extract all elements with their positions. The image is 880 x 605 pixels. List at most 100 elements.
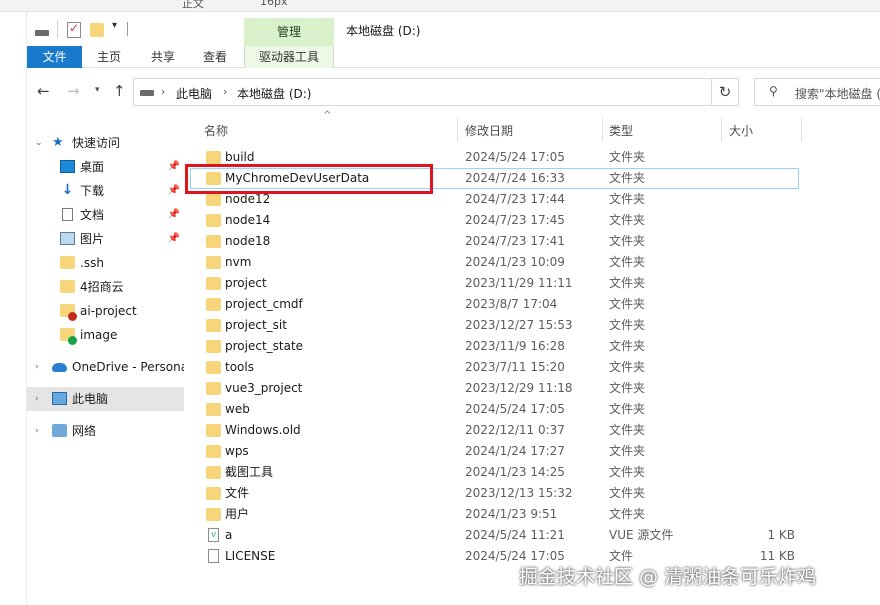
forward-arrow-icon[interactable]: → <box>67 82 80 100</box>
breadcrumb-this-pc[interactable]: 此电脑 <box>176 85 212 102</box>
chevron-right-icon[interactable]: › <box>161 85 165 98</box>
chevron-right-icon[interactable]: › <box>35 355 39 379</box>
file-date: 2024/7/23 17:44 <box>465 192 565 206</box>
column-header-size[interactable]: 大小 <box>729 118 753 144</box>
file-name: node14 <box>225 213 271 227</box>
file-name: project <box>225 276 267 290</box>
file-name: 用户 <box>225 507 250 521</box>
table-row[interactable]: node14 2024/7/23 17:45 文件夹 <box>184 210 880 231</box>
folder-icon <box>206 361 221 374</box>
file-name: project_state <box>225 339 304 353</box>
file-type: 文件夹 <box>609 276 646 290</box>
sidebar-item-onedrive[interactable]: › OneDrive - Persona <box>27 355 184 379</box>
table-row[interactable]: a 2024/5/24 11:21 VUE 源文件 1 KB <box>184 525 880 546</box>
table-row[interactable]: 用户 2024/1/23 9:51 文件夹 <box>184 504 880 525</box>
up-arrow-icon[interactable]: ↑ <box>113 82 126 100</box>
table-row[interactable]: node18 2024/7/23 17:41 文件夹 <box>184 231 880 252</box>
table-row[interactable]: nvm 2024/1/23 10:09 文件夹 <box>184 252 880 273</box>
chevron-right-icon[interactable]: › <box>35 387 39 411</box>
folder-icon <box>206 403 221 416</box>
file-name: project_cmdf <box>225 297 303 311</box>
table-row[interactable]: project_cmdf 2023/8/7 17:04 文件夹 <box>184 294 880 315</box>
search-input[interactable]: ⚲ 搜索"本地磁盘 (D:)" <box>754 78 880 106</box>
vue-file-icon <box>208 525 219 546</box>
sidebar-item-downloads[interactable]: ↓ 下载 📌 <box>27 179 184 203</box>
folder-icon <box>206 151 221 164</box>
title-bar: ▾ 管理 本地磁盘 (D:) <box>27 12 880 46</box>
pin-icon: 📌 <box>167 209 180 220</box>
chevron-right-icon[interactable]: › <box>223 85 227 98</box>
table-row[interactable]: project_sit 2023/12/27 15:53 文件夹 <box>184 315 880 336</box>
table-row[interactable]: MyChromeDevUserData 2024/7/24 16:33 文件夹 <box>184 168 880 189</box>
column-header-type[interactable]: 类型 <box>609 118 633 144</box>
table-row[interactable]: tools 2023/7/11 15:20 文件夹 <box>184 357 880 378</box>
search-icon: ⚲ <box>769 84 778 98</box>
folder-icon <box>206 256 221 269</box>
manage-tab[interactable]: 管理 <box>244 18 334 46</box>
folder-icon <box>206 193 221 206</box>
file-date: 2024/1/23 9:51 <box>465 507 558 521</box>
properties-icon[interactable] <box>67 21 81 38</box>
tab-drive-tools[interactable]: 驱动器工具 <box>244 46 334 68</box>
sidebar-item-ai-project[interactable]: ai-project <box>27 299 184 323</box>
breadcrumb-drive-d[interactable]: 本地磁盘 (D:) <box>237 85 311 102</box>
folder-icon <box>206 445 221 458</box>
recent-locations-chevron-icon[interactable]: ▾ <box>95 85 100 95</box>
file-type: 文件夹 <box>609 507 646 521</box>
table-row[interactable]: wps 2024/1/24 17:27 文件夹 <box>184 441 880 462</box>
table-row[interactable]: build 2024/5/24 17:05 文件夹 <box>184 147 880 168</box>
table-row[interactable]: 文件 2023/12/13 15:32 文件夹 <box>184 483 880 504</box>
folder-icon <box>206 508 221 521</box>
sidebar-item-zhaoshangyun[interactable]: 4招商云 <box>27 275 184 299</box>
sidebar-item-image[interactable]: image <box>27 323 184 347</box>
chevron-down-icon[interactable]: ⌄ <box>35 131 43 155</box>
sync-ok-icon <box>68 336 77 345</box>
back-arrow-icon[interactable]: ← <box>37 82 50 100</box>
table-row[interactable]: project 2023/11/29 11:11 文件夹 <box>184 273 880 294</box>
folder-icon <box>206 424 221 437</box>
sidebar-item-ssh[interactable]: .ssh <box>27 251 184 275</box>
sidebar-item-desktop[interactable]: 桌面 📌 <box>27 155 184 179</box>
pin-icon: 📌 <box>167 161 180 172</box>
table-row[interactable]: Windows.old 2022/12/11 0:37 文件夹 <box>184 420 880 441</box>
drive-icon <box>35 30 49 36</box>
tab-view[interactable]: 查看 <box>195 46 235 68</box>
file-name: MyChromeDevUserData <box>225 171 370 185</box>
star-icon: ★ <box>52 135 64 150</box>
folder-icon <box>60 280 75 293</box>
file-size: 1 KB <box>767 528 795 542</box>
sidebar-item-this-pc[interactable]: › 此电脑 <box>27 387 184 411</box>
download-icon: ↓ <box>61 182 74 198</box>
table-row[interactable]: node12 2024/7/23 17:44 文件夹 <box>184 189 880 210</box>
address-bar[interactable]: › 此电脑 › 本地磁盘 (D:) ⌄ <box>133 78 735 106</box>
sidebar-item-quick-access[interactable]: ⌄ ★ 快速访问 <box>27 131 184 155</box>
column-header-date[interactable]: 修改日期 <box>465 118 513 144</box>
table-row[interactable]: 截图工具 2024/1/23 14:25 文件夹 <box>184 462 880 483</box>
column-header-name[interactable]: 名称 <box>204 118 228 144</box>
file-type: 文件夹 <box>609 192 646 206</box>
search-placeholder: 搜索"本地磁盘 (D:)" <box>795 87 880 101</box>
sidebar-item-pictures[interactable]: 图片 📌 <box>27 227 184 251</box>
tab-file[interactable]: 文件 <box>27 46 82 68</box>
table-row[interactable]: vue3_project 2023/12/29 11:18 文件夹 <box>184 378 880 399</box>
pin-icon: 📌 <box>167 185 180 196</box>
new-folder-icon[interactable] <box>90 23 104 37</box>
folder-icon <box>60 304 77 321</box>
sidebar-item-documents[interactable]: 文档 📌 <box>27 203 184 227</box>
customize-toolbar-icon[interactable]: ▾ <box>112 20 117 31</box>
table-row[interactable]: web 2024/5/24 17:05 文件夹 <box>184 399 880 420</box>
file-name: 截图工具 <box>225 465 274 479</box>
table-row[interactable]: project_state 2023/11/9 16:28 文件夹 <box>184 336 880 357</box>
file-type: 文件夹 <box>609 360 646 374</box>
ribbon-tabs: 文件 主页 共享 查看 驱动器工具 <box>27 46 880 68</box>
file-name: build <box>225 150 255 164</box>
refresh-icon[interactable]: ↻ <box>711 78 739 106</box>
chevron-right-icon[interactable]: › <box>35 419 39 443</box>
tab-home[interactable]: 主页 <box>89 46 129 68</box>
sidebar-item-network[interactable]: › 网络 <box>27 419 184 443</box>
tab-share[interactable]: 共享 <box>143 46 183 68</box>
file-name: LICENSE <box>225 549 276 563</box>
file-type: 文件夹 <box>609 213 646 227</box>
file-type: 文件夹 <box>609 234 646 248</box>
folder-icon <box>206 382 221 395</box>
